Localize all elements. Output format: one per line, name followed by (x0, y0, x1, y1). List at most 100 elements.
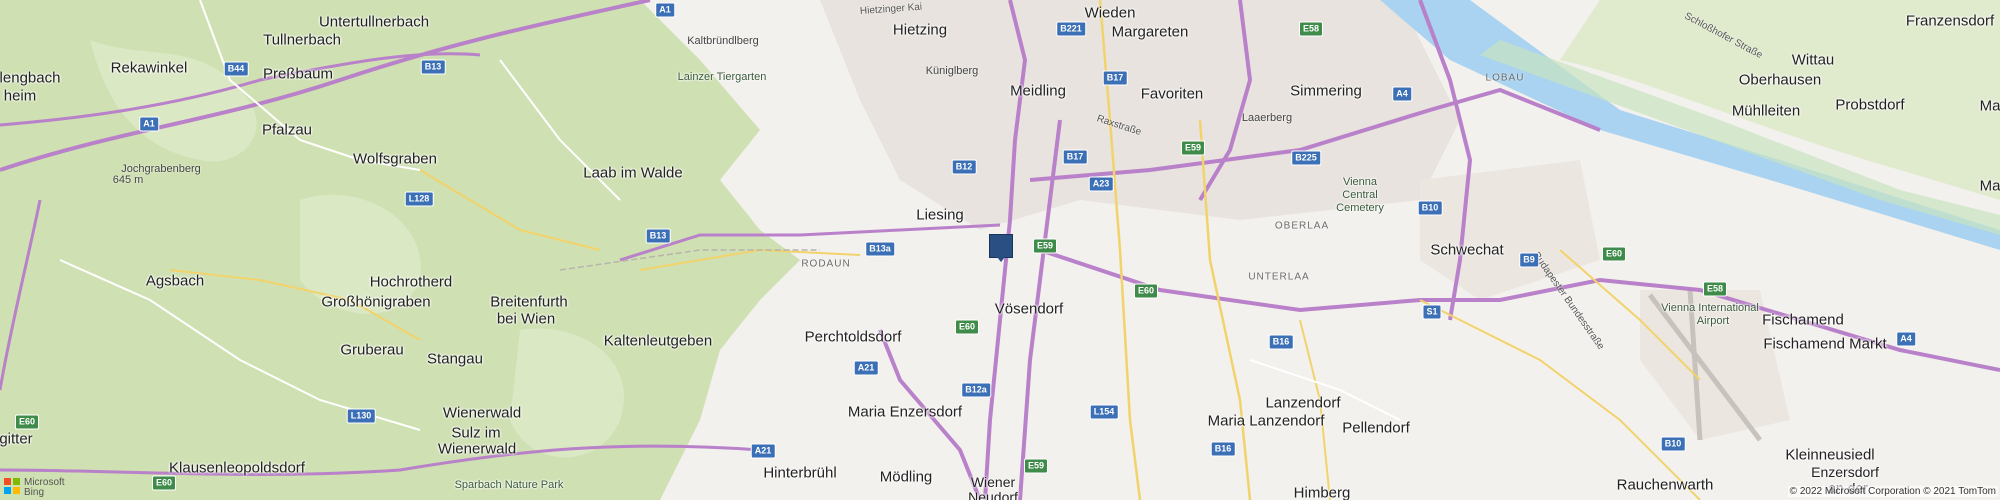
shield-l130: L130 (346, 408, 376, 424)
shield-b12a: B12a (961, 382, 991, 398)
shield-e58: E58 (1298, 21, 1324, 37)
shield-a21-south: A21 (750, 443, 776, 459)
shield-b13a: B13a (865, 241, 895, 257)
place-untertullnerbach: Untertullnerbach (318, 13, 430, 31)
place-lengbach: lengbach (0, 69, 61, 87)
shield-e60: E60 (1601, 246, 1627, 262)
place-wiener-neudorf-2: Neudorf (968, 489, 1018, 500)
map-canvas[interactable]: Hietzing Wieden Margareten Meidling Favo… (0, 0, 2000, 500)
place-margareten: Margareten (1111, 23, 1189, 41)
poi-laaerberg: Laaerberg (1241, 112, 1293, 124)
place-maria-lanzendorf: Maria Lanzendorf (1207, 412, 1325, 430)
place-schwechat: Schwechat (1430, 241, 1504, 259)
place-wiener-neudorf: Wiener (970, 474, 1016, 490)
poi-kaltbruendlberg: Kaltbründlberg (687, 35, 759, 47)
place-meidling: Meidling (1010, 82, 1066, 100)
shield-b17-south: B17 (1062, 149, 1088, 165)
shield-e60-bottom: E60 (151, 475, 177, 491)
microsoft-logo-icon (4, 478, 20, 494)
district-lobau: LOBAU (1485, 72, 1525, 84)
shield-a21: A21 (853, 360, 879, 376)
place-gruberau: Gruberau (340, 341, 404, 359)
place-enzersdorf: Enzersdorf (1811, 464, 1879, 480)
place-hochrotherd: Hochrotherd (369, 273, 453, 291)
place-probstdorf: Probstdorf (1835, 96, 1905, 114)
place-perchtoldsdorf: Perchtoldsdorf (804, 328, 902, 346)
place-rauchenwarth: Rauchenwarth (1616, 476, 1714, 494)
place-kaltenleutgeben: Kaltenleutgeben (603, 332, 713, 350)
place-ma-1: Ma (1979, 97, 2000, 115)
place-oberhausen: Oberhausen (1738, 71, 1822, 89)
bing-logo[interactable]: Microsoft Bing (4, 478, 65, 498)
shield-b9: B9 (1519, 252, 1539, 268)
place-klausenleopoldsdorf: Klausenleopoldsdorf (169, 459, 305, 477)
place-simmering: Simmering (1290, 82, 1362, 100)
place-maria-enzersdorf: Maria Enzersdorf (847, 403, 963, 421)
place-lanzendorf: Lanzendorf (1265, 394, 1341, 412)
place-fischamend: Fischamend (1762, 311, 1844, 329)
poi-jochgrabenberg-2: 645 m (112, 174, 144, 186)
shield-b10: B10 (1417, 200, 1443, 216)
place-ma-2: Ma (1979, 177, 2000, 195)
place-wolfsgraben: Wolfsgraben (353, 150, 437, 168)
shield-b16: B16 (1268, 334, 1294, 350)
place-breitenfurth: Breitenfurth (490, 293, 568, 311)
shield-e58-east: E58 (1702, 281, 1728, 297)
poi-sparbach-nature-park: Sparbach Nature Park (454, 479, 564, 491)
place-himberg: Himberg (1293, 484, 1351, 500)
shield-b12: B12 (951, 159, 977, 175)
district-unterlaa: UNTERLAA (1248, 271, 1310, 283)
place-wieden: Wieden (1084, 4, 1136, 22)
bing-logo-line2: Bing (24, 487, 45, 498)
place-rekawinkel: Rekawinkel (110, 59, 188, 77)
place-kleinneusiedl: Kleinneusiedl (1785, 446, 1875, 464)
place-hietzing: Hietzing (892, 21, 948, 39)
place-gitter: gitter (0, 430, 33, 448)
shield-a1: A1 (655, 2, 675, 18)
poi-vienna-central-cemetery: Vienna (1342, 176, 1378, 188)
poi-lainzer-tiergarten: Lainzer Tiergarten (677, 71, 767, 83)
place-voesendorf: Vösendorf (994, 300, 1064, 318)
shield-e60-far-west: E60 (14, 414, 40, 430)
shield-b10-east: B10 (1660, 436, 1686, 452)
place-pellendorf: Pellendorf (1342, 419, 1410, 437)
shield-e60-west: E60 (954, 319, 980, 335)
place-muehlleiten: Mühlleiten (1731, 102, 1801, 120)
shield-l154: L154 (1089, 404, 1119, 420)
shield-e60-central: E60 (1133, 283, 1159, 299)
poi-kueniglberg: Küniglberg (925, 65, 979, 77)
poi-airport-2: Airport (1696, 315, 1730, 327)
place-laab-im-walde: Laab im Walde (583, 164, 683, 182)
place-favoriten: Favoriten (1140, 85, 1204, 103)
shield-a4: A4 (1392, 86, 1412, 102)
shield-b225: B225 (1291, 150, 1321, 166)
place-pfalzau: Pfalzau (261, 121, 313, 139)
place-stangau: Stangau (427, 350, 483, 368)
place-hinterbruehl: Hinterbrühl (763, 464, 837, 482)
place-grosshoenigraben: Großhönigraben (321, 293, 431, 311)
poi-vienna-central-cemetery-2: Central (1342, 189, 1378, 201)
shield-b13-south: B13 (645, 228, 671, 244)
place-breitenfurth-2: bei Wien (496, 310, 556, 328)
shield-b17: B17 (1102, 70, 1128, 86)
shield-b13: B13 (420, 59, 446, 75)
poi-vienna-central-cemetery-3: Cemetery (1336, 202, 1384, 214)
place-sulz: Sulz im (451, 424, 501, 442)
shield-s1: S1 (1422, 304, 1442, 320)
shield-b44: B44 (223, 61, 249, 77)
place-agsbach: Agsbach (145, 272, 205, 290)
shield-e59-south: E59 (1032, 238, 1058, 254)
shield-e59-bottom: E59 (1023, 458, 1049, 474)
shield-b221: B221 (1056, 21, 1086, 37)
shield-a23: A23 (1088, 176, 1114, 192)
district-oberlaa: OBERLAA (1274, 220, 1330, 232)
place-liesing: Liesing (916, 206, 964, 224)
location-pin-marker[interactable] (989, 234, 1013, 262)
place-heim: heim (3, 87, 37, 105)
shield-b16-south: B16 (1210, 441, 1236, 457)
place-wienerwald: Wienerwald (442, 404, 522, 422)
copyright-notice: © 2022 Microsoft Corporation © 2021 TomT… (1787, 486, 1998, 497)
place-franzensdorf: Franzensdorf (1905, 12, 1995, 30)
shield-a4-east: A4 (1896, 331, 1916, 347)
place-sulz-2: Wienerwald (437, 440, 517, 458)
